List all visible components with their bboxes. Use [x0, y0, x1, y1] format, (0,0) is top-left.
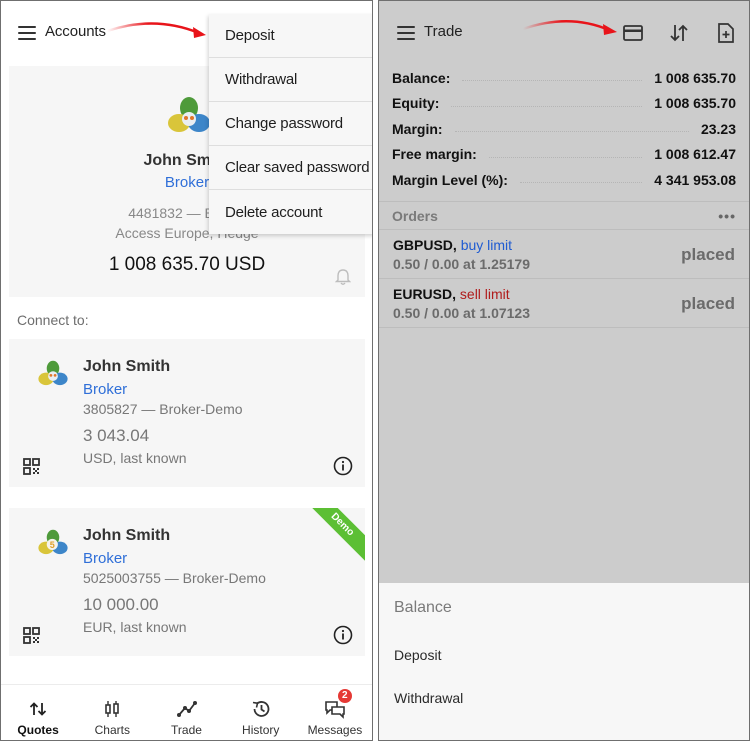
menu-item-delete-account[interactable]: Delete account — [209, 190, 372, 234]
orders-section-header: Orders ••• — [379, 201, 749, 230]
order-row[interactable]: EURUSD, sell limit 0.50 / 0.00 at 1.0712… — [379, 279, 749, 328]
menu-hamburger-icon[interactable] — [397, 26, 415, 40]
menu-item-withdrawal[interactable]: Withdrawal — [209, 58, 372, 102]
account-number: 5025003755 — Broker-Demo — [83, 570, 266, 586]
dotted-leader — [451, 105, 643, 107]
more-options-icon[interactable]: ••• — [718, 208, 736, 224]
summary-row-margin-level: Margin Level (%): 4 341 953.08 — [379, 167, 749, 193]
account-currency-note: USD, last known — [83, 450, 187, 466]
nav-tab-charts[interactable]: Charts — [75, 685, 149, 740]
summary-value: 1 008 635.70 — [654, 95, 736, 112]
qr-code-icon[interactable] — [23, 458, 40, 475]
nav-label: Messages — [307, 723, 363, 737]
summary-row-free-margin: Free margin: 1 008 612.47 — [379, 142, 749, 168]
mt5-logo-icon: 5 — [38, 529, 68, 555]
summary-label: Margin Level (%): — [392, 171, 508, 188]
order-status: placed — [681, 294, 735, 313]
account-holder-name: John Smith — [83, 527, 171, 544]
order-details: 0.50 / 0.00 at 1.07123 — [393, 305, 530, 321]
info-icon[interactable] — [333, 625, 353, 645]
account-balance: 10 000.00 — [83, 595, 159, 614]
sheet-title: Balance — [394, 599, 452, 616]
nav-tab-history[interactable]: History — [224, 685, 298, 740]
accounts-screen: Accounts John Smith Broker 4481832 — Bro… — [0, 0, 373, 741]
account-holder-name: John Smith — [83, 358, 171, 375]
menu-item-deposit[interactable]: Deposit — [209, 14, 372, 58]
history-icon — [252, 701, 270, 717]
nav-label: Charts — [94, 723, 130, 737]
summary-row-margin: Margin: 23.23 — [379, 116, 749, 142]
info-icon[interactable] — [333, 456, 353, 476]
dotted-leader — [488, 156, 643, 158]
sheet-item-deposit[interactable]: Deposit — [394, 647, 441, 663]
trade-line-icon — [176, 701, 197, 717]
svg-text:5: 5 — [50, 540, 55, 550]
order-title: EURUSD, sell limit — [393, 286, 510, 302]
account-card[interactable]: 5 John Smith Broker 5025003755 — Broker-… — [9, 508, 365, 656]
summary-row-balance: Balance: 1 008 635.70 — [379, 65, 749, 91]
metatrader-logo-icon — [168, 97, 210, 132]
broker-link[interactable]: Broker — [83, 381, 127, 398]
summary-value: 1 008 635.70 — [654, 69, 736, 86]
dotted-leader — [462, 80, 643, 82]
menu-item-clear-saved-password[interactable]: Clear saved password — [209, 146, 372, 190]
order-details: 0.50 / 0.00 at 1.25179 — [393, 256, 530, 272]
summary-label: Balance: — [392, 69, 451, 86]
page-title: Accounts — [45, 23, 106, 40]
bottom-navigation: Quotes Charts Trade History Messages 2 — [1, 684, 372, 740]
broker-link[interactable]: Broker — [83, 550, 127, 567]
order-title: GBPUSD, buy limit — [393, 237, 512, 253]
summary-label: Equity: — [392, 95, 440, 112]
trade-screen: Trade Balance: 1 008 635.70 Equity: 1 00… — [378, 0, 750, 741]
connect-to-label: Connect to: — [17, 312, 89, 328]
balance-bottom-sheet: Balance Deposit Withdrawal — [379, 583, 749, 740]
bell-icon[interactable] — [335, 268, 351, 286]
menu-item-change-password[interactable]: Change password — [209, 102, 372, 146]
summary-value: 23.23 — [700, 120, 736, 137]
unread-messages-badge: 2 — [337, 689, 352, 703]
order-row[interactable]: GBPUSD, buy limit 0.50 / 0.00 at 1.25179… — [379, 230, 749, 279]
nav-label: Trade — [171, 723, 202, 737]
new-order-icon[interactable] — [715, 22, 737, 44]
dotted-leader — [519, 182, 643, 184]
sheet-item-withdrawal[interactable]: Withdrawal — [394, 690, 463, 706]
order-symbol: GBPUSD, — [393, 237, 457, 253]
page-title: Trade — [424, 23, 463, 40]
quotes-arrows-icon — [29, 702, 47, 716]
account-context-menu: Deposit Withdrawal Change password Clear… — [209, 14, 372, 234]
account-balance: 3 043.04 — [83, 426, 150, 445]
nav-tab-trade[interactable]: Trade — [149, 685, 223, 740]
account-card[interactable]: John Smith Broker 3805827 — Broker-Demo … — [9, 339, 365, 487]
summary-label: Free margin: — [392, 146, 477, 163]
menu-hamburger-icon[interactable] — [18, 26, 36, 40]
sort-arrows-icon[interactable] — [668, 22, 690, 44]
nav-tab-quotes[interactable]: Quotes — [1, 685, 75, 740]
mt4-logo-icon — [38, 360, 68, 386]
dotted-leader — [454, 131, 689, 133]
qr-code-icon[interactable] — [23, 627, 40, 644]
annotation-arrow — [522, 20, 617, 35]
account-summary: Balance: 1 008 635.70 Equity: 1 008 635.… — [379, 65, 749, 193]
account-currency-note: EUR, last known — [83, 619, 187, 635]
order-status: placed — [681, 245, 735, 264]
nav-label: History — [242, 723, 280, 737]
summary-label: Margin: — [392, 120, 443, 137]
nav-label: Quotes — [17, 723, 59, 737]
account-balance: 1 008 635.70 USD — [108, 254, 266, 275]
demo-ribbon-badge: Demo — [303, 508, 365, 564]
orders-title: Orders — [392, 207, 438, 224]
order-type: buy limit — [460, 237, 513, 253]
order-type: sell limit — [459, 286, 510, 302]
nav-tab-messages[interactable]: Messages 2 — [298, 685, 372, 740]
summary-row-equity: Equity: 1 008 635.70 — [379, 91, 749, 117]
summary-value: 1 008 612.47 — [654, 146, 736, 163]
order-symbol: EURUSD, — [393, 286, 457, 302]
candlestick-icon — [105, 701, 120, 717]
account-number: 3805827 — Broker-Demo — [83, 401, 243, 417]
credit-card-icon[interactable] — [622, 22, 644, 44]
summary-value: 4 341 953.08 — [654, 171, 736, 188]
